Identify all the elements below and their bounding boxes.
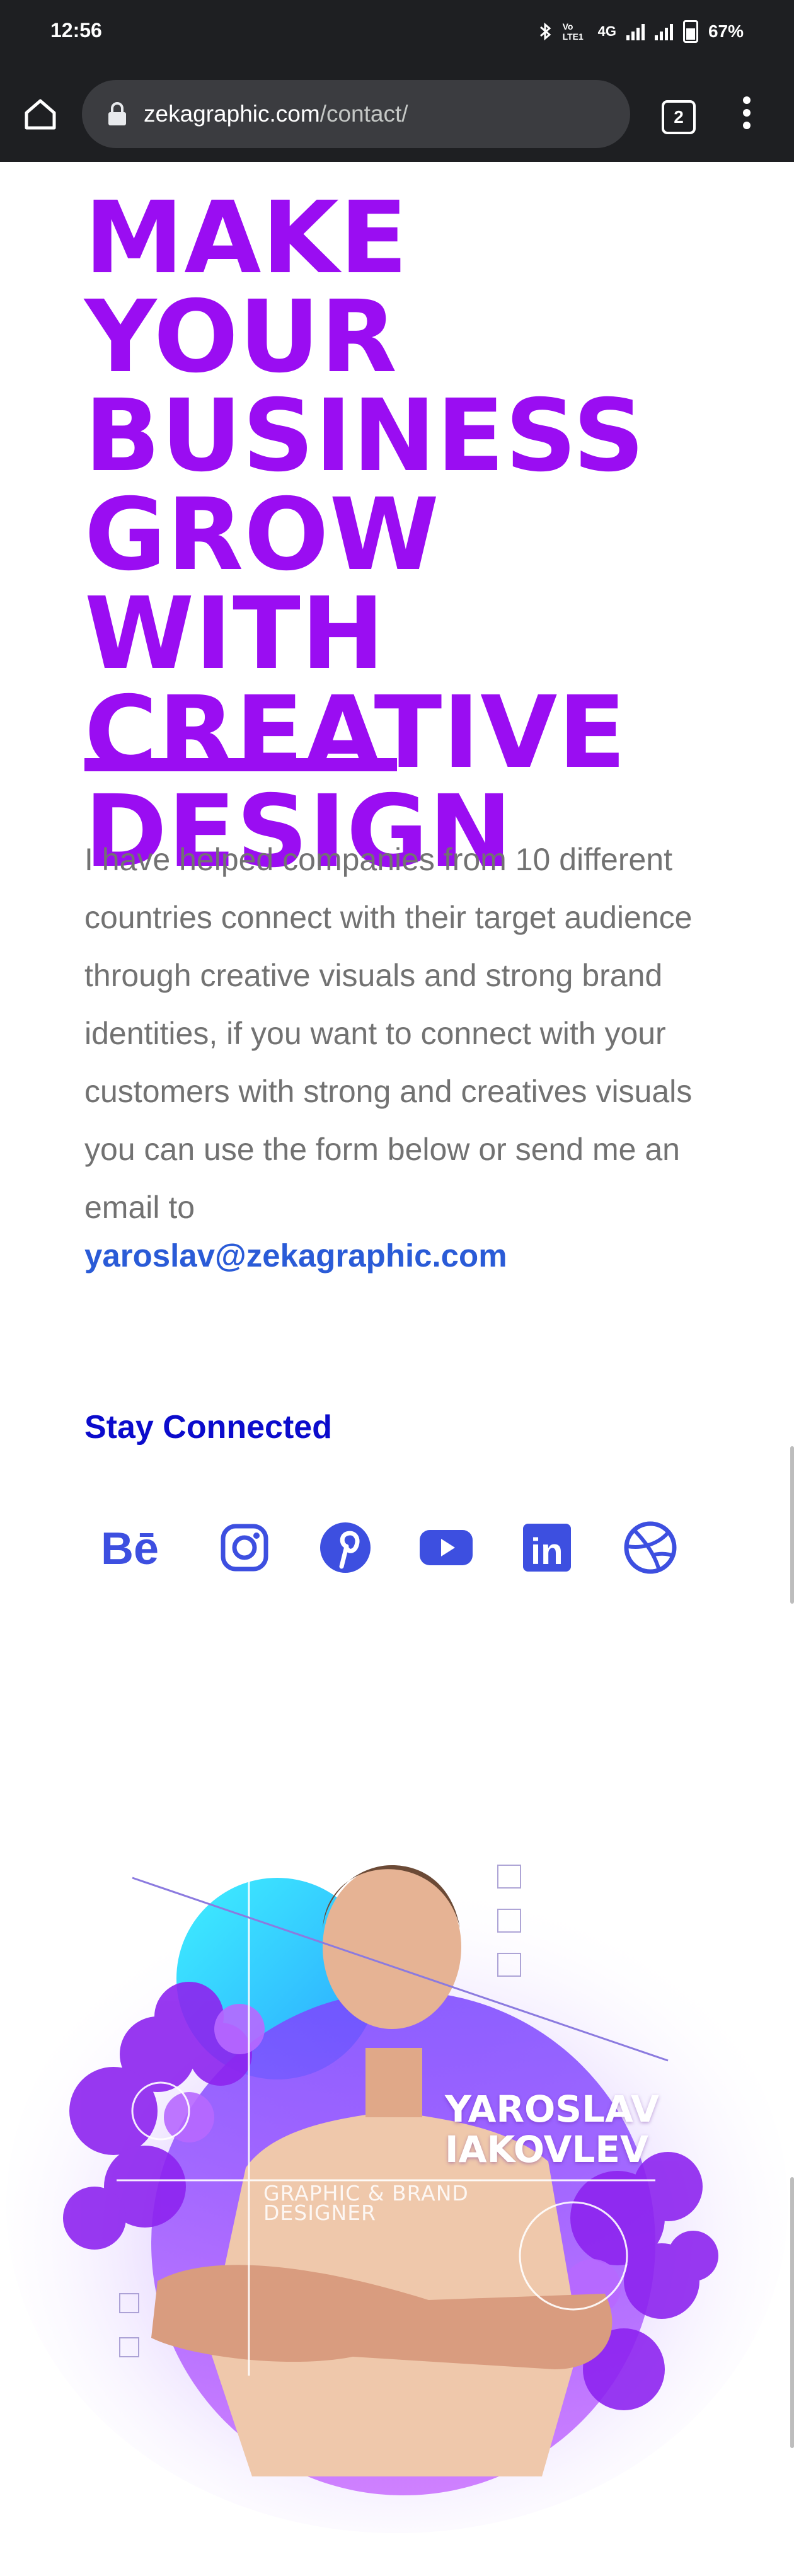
url-text: zekagraphic.com/contact/ [144, 101, 408, 127]
battery-percent: 67% [708, 21, 744, 41]
portrait-role: GRAPHIC & BRAND DESIGNER [263, 2181, 469, 2225]
volte-label: Vo LTE1 [562, 21, 584, 42]
url-path: /contact/ [319, 101, 408, 127]
linkedin-icon[interactable]: in [517, 1517, 577, 1578]
linkedin-label: in [531, 1531, 563, 1572]
signal-icon-2 [654, 23, 673, 40]
battery-icon [682, 20, 698, 43]
scrollbar[interactable] [790, 1446, 794, 1604]
signal-icon [626, 23, 645, 40]
lock-icon [108, 102, 126, 125]
pinterest-icon[interactable] [315, 1517, 376, 1578]
email-link[interactable]: yaroslav@zekagraphic.com [84, 1237, 507, 1274]
headline-divider [84, 758, 397, 771]
dribbble-icon[interactable] [620, 1517, 681, 1578]
address-bar[interactable]: zekagraphic.com/contact/ [82, 80, 630, 148]
scrollbar-secondary [790, 2177, 794, 2448]
status-time: 12:56 [50, 19, 102, 42]
instagram-icon[interactable] [214, 1517, 275, 1578]
status-bar: 12:56 Vo LTE1 4G 67% [0, 0, 794, 66]
stay-connected-heading: Stay Connected [84, 1409, 332, 1446]
intro-paragraph: I have helped companies from 10 differen… [84, 842, 693, 1225]
behance-label: Bē [101, 1524, 159, 1574]
behance-icon[interactable]: Bē [101, 1517, 161, 1578]
social-links: Bē in [101, 1517, 681, 1580]
home-icon[interactable] [21, 95, 59, 133]
browser-toolbar: zekagraphic.com/contact/ 2 [0, 66, 794, 162]
more-menu-icon[interactable] [737, 96, 756, 134]
page-headline: MAKE YOUR BUSINESS GROW WITH CREATIVE DE… [84, 180, 645, 890]
portrait-name: YAROSLAV IAKOVLEV [445, 2088, 659, 2171]
bluetooth-icon [539, 22, 551, 41]
network-label: 4G [597, 23, 616, 39]
url-host: zekagraphic.com [144, 101, 320, 127]
youtube-icon[interactable] [416, 1517, 476, 1578]
tab-switcher-button[interactable]: 2 [662, 100, 696, 134]
status-icons: Vo LTE1 4G 67% [539, 18, 744, 45]
